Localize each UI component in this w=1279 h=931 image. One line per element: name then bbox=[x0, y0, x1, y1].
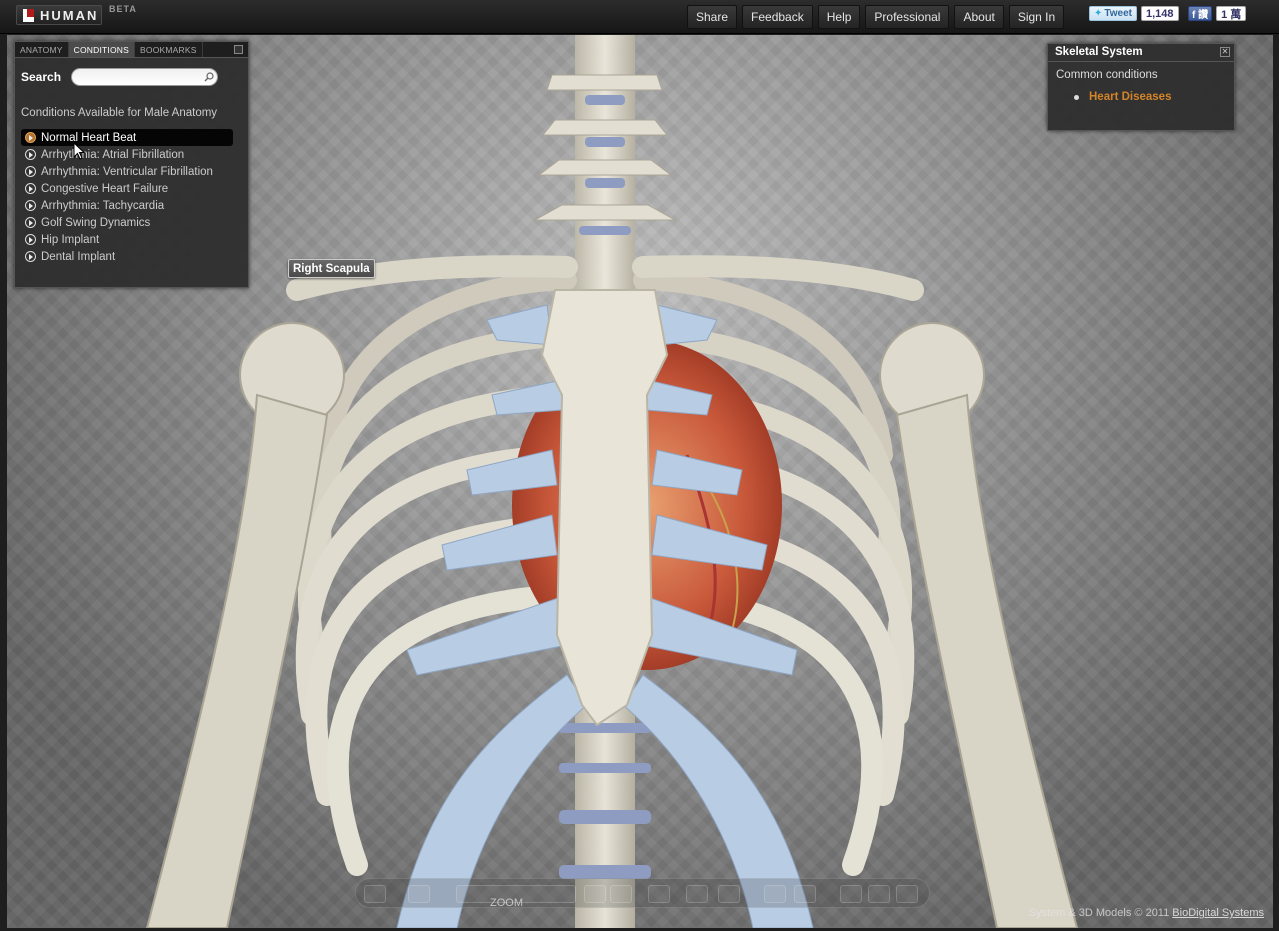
dissect-icon[interactable] bbox=[648, 885, 670, 903]
copyright-text: System & 3D Models © 2011 bbox=[1028, 907, 1170, 919]
minimize-panel-icon[interactable] bbox=[234, 45, 243, 54]
condition-label: Arrhythmia: Atrial Fibrillation bbox=[41, 148, 185, 161]
top-bar: HUMAN BETA Share Feedback Help Professio… bbox=[0, 0, 1279, 34]
facebook-like-button[interactable]: f 讚 bbox=[1188, 6, 1213, 21]
main-nav: Share Feedback Help Professional About S… bbox=[687, 5, 1065, 29]
play-icon bbox=[25, 251, 36, 262]
tweet-count: 1,148 bbox=[1141, 6, 1179, 21]
close-icon[interactable]: ✕ bbox=[1220, 47, 1230, 57]
search-icon[interactable] bbox=[203, 71, 215, 83]
skeletal-system-info-panel: Skeletal System ✕ Common conditions Hear… bbox=[1047, 43, 1235, 131]
condition-congestive-heart-failure[interactable]: Congestive Heart Failure bbox=[21, 180, 233, 197]
help-button[interactable]: Help bbox=[817, 5, 861, 29]
conditions-panel: ANATOMY CONDITIONS BOOKMARKS Search Cond… bbox=[14, 41, 249, 288]
condition-hip-implant[interactable]: Hip Implant bbox=[21, 231, 233, 248]
biodigital-link[interactable]: BioDigital Systems bbox=[1172, 907, 1264, 919]
logo-mark-icon bbox=[23, 8, 34, 22]
tweet-widget: ✦ Tweet 1,148 bbox=[1089, 6, 1179, 21]
tab-anatomy[interactable]: ANATOMY bbox=[15, 42, 69, 57]
search-input[interactable] bbox=[71, 68, 218, 86]
facebook-widget: f 讚 1 萬 bbox=[1188, 6, 1247, 21]
panel-tabs: ANATOMY CONDITIONS BOOKMARKS bbox=[15, 42, 248, 58]
condition-dental-implant[interactable]: Dental Implant bbox=[21, 248, 233, 265]
professional-button[interactable]: Professional bbox=[865, 5, 950, 29]
condition-label: Arrhythmia: Ventricular Fibrillation bbox=[41, 165, 213, 178]
play-icon bbox=[25, 149, 36, 160]
structure-label-right-scapula[interactable]: Right Scapula bbox=[288, 259, 375, 278]
sign-in-button[interactable]: Sign In bbox=[1008, 5, 1065, 29]
conditions-list: Normal Heart Beat Arrhythmia: Atrial Fib… bbox=[21, 129, 233, 265]
play-icon bbox=[25, 166, 36, 177]
condition-label: Congestive Heart Failure bbox=[41, 182, 169, 195]
condition-golf-swing-dynamics[interactable]: Golf Swing Dynamics bbox=[21, 214, 233, 231]
zoom-label: ZOOM bbox=[490, 897, 523, 909]
condition-normal-heart-beat[interactable]: Normal Heart Beat bbox=[21, 129, 233, 146]
pencil-icon[interactable] bbox=[718, 885, 740, 903]
layers-icon[interactable] bbox=[868, 885, 890, 903]
rotate-left-icon[interactable] bbox=[364, 885, 386, 903]
divider bbox=[1048, 61, 1234, 62]
bar-chart-icon[interactable] bbox=[840, 885, 862, 903]
share-button[interactable]: Share bbox=[687, 5, 738, 29]
reset-view-icon[interactable] bbox=[584, 885, 606, 903]
view-toolbar bbox=[355, 878, 930, 908]
about-button[interactable]: About bbox=[954, 5, 1004, 29]
condition-ventricular-fibrillation[interactable]: Arrhythmia: Ventricular Fibrillation bbox=[21, 163, 233, 180]
copyright-notice: System & 3D Models © 2011 BioDigital Sys… bbox=[1029, 907, 1264, 919]
search-row: Search bbox=[21, 68, 218, 86]
play-icon bbox=[25, 200, 36, 211]
logo-text: HUMAN bbox=[40, 7, 99, 23]
play-icon bbox=[25, 217, 36, 228]
condition-label: Golf Swing Dynamics bbox=[41, 216, 151, 229]
condition-label: Hip Implant bbox=[41, 233, 100, 246]
play-icon bbox=[25, 132, 36, 143]
person-icon[interactable] bbox=[610, 885, 632, 903]
tweet-label: Tweet bbox=[1104, 8, 1132, 19]
grid-icon[interactable] bbox=[764, 885, 786, 903]
play-icon bbox=[25, 183, 36, 194]
feedback-button[interactable]: Feedback bbox=[742, 5, 813, 29]
twitter-bird-icon: ✦ bbox=[1094, 8, 1103, 19]
conditions-heading: Conditions Available for Male Anatomy bbox=[21, 107, 218, 119]
pan-icon[interactable] bbox=[408, 885, 430, 903]
camera-icon[interactable] bbox=[686, 885, 708, 903]
facebook-like-count: 1 萬 bbox=[1216, 6, 1247, 21]
bullet-icon bbox=[1074, 95, 1079, 100]
condition-atrial-fibrillation[interactable]: Arrhythmia: Atrial Fibrillation bbox=[21, 146, 233, 163]
mouse-cursor-icon bbox=[73, 142, 85, 160]
tab-conditions[interactable]: CONDITIONS bbox=[68, 42, 136, 57]
common-conditions-heading: Common conditions bbox=[1056, 69, 1158, 81]
heart-diseases-link[interactable]: Heart Diseases bbox=[1089, 91, 1171, 103]
condition-label: Arrhythmia: Tachycardia bbox=[41, 199, 165, 212]
human-logo[interactable]: HUMAN bbox=[16, 5, 102, 25]
tab-bookmarks[interactable]: BOOKMARKS bbox=[135, 42, 203, 57]
condition-tachycardia[interactable]: Arrhythmia: Tachycardia bbox=[21, 197, 233, 214]
beta-badge: BETA bbox=[109, 4, 137, 14]
condition-label: Normal Heart Beat bbox=[41, 131, 137, 144]
search-label: Search bbox=[21, 70, 62, 84]
arrow-up-icon[interactable] bbox=[896, 885, 918, 903]
play-icon bbox=[25, 234, 36, 245]
info-panel-title: Skeletal System bbox=[1055, 46, 1143, 58]
add-icon[interactable] bbox=[794, 885, 816, 903]
tweet-button[interactable]: ✦ Tweet bbox=[1089, 6, 1137, 21]
condition-label: Dental Implant bbox=[41, 250, 116, 263]
